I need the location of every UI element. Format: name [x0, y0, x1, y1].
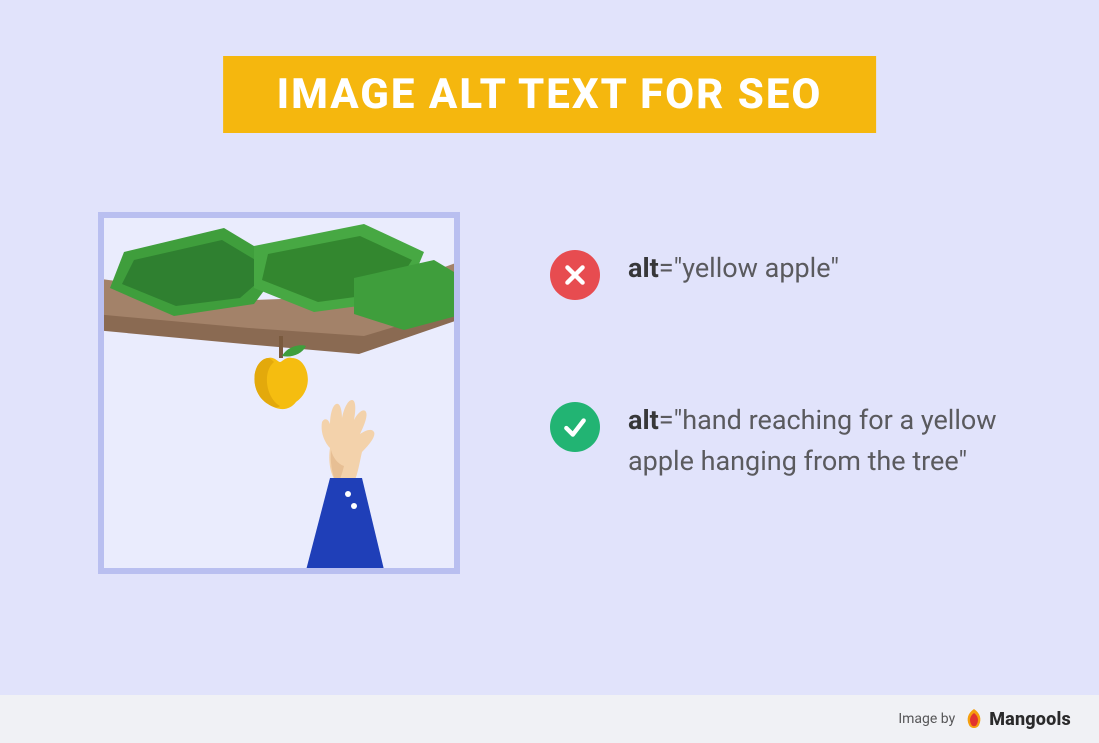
example-good: alt="hand reaching for a yellow apple ha… — [550, 400, 1030, 481]
credit-prefix: Image by — [898, 711, 955, 727]
alt-attr-label: alt — [628, 252, 659, 284]
yellow-apple — [254, 336, 307, 409]
blue-sleeve — [304, 478, 386, 568]
footer: Image by Mangools — [0, 695, 1099, 743]
reaching-hand — [322, 400, 375, 482]
alt-bad-value: "yellow apple" — [674, 252, 839, 284]
example-bad: alt="yellow apple" — [550, 248, 1030, 300]
brand-logo: Mangools — [965, 708, 1071, 730]
cross-icon — [550, 250, 600, 300]
alt-good-value: "hand reaching for a yellow apple hangin… — [628, 404, 997, 477]
alt-attr-label: alt — [628, 404, 659, 436]
example-good-text: alt="hand reaching for a yellow apple ha… — [628, 400, 998, 481]
equals-sign: = — [659, 404, 674, 436]
check-icon — [550, 402, 600, 452]
illustration-svg — [104, 218, 454, 568]
illustration-frame — [98, 212, 460, 574]
brand-name: Mangools — [989, 709, 1071, 730]
example-bad-text: alt="yellow apple" — [628, 248, 839, 289]
page-title: IMAGE ALT TEXT FOR SEO — [277, 70, 823, 119]
equals-sign: = — [659, 252, 674, 284]
mangools-logo-icon — [965, 708, 983, 730]
examples-list: alt="yellow apple" alt="hand reaching fo… — [550, 248, 1030, 481]
title-banner: IMAGE ALT TEXT FOR SEO — [223, 56, 877, 133]
